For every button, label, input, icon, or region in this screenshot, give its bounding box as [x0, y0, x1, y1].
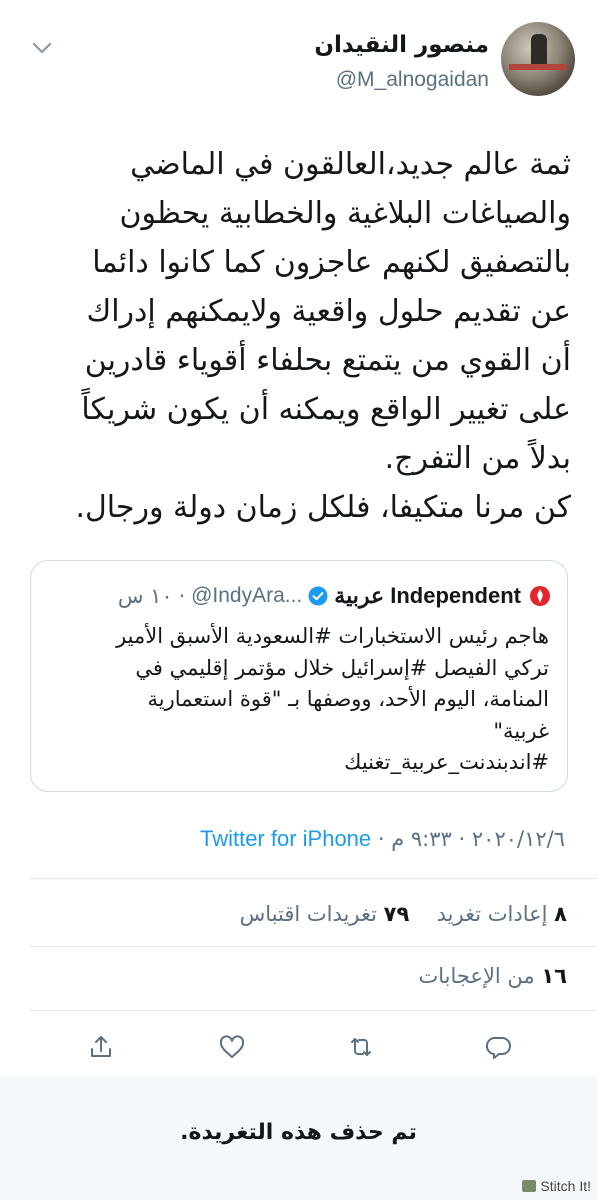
share-icon[interactable] — [86, 1032, 116, 1062]
separator-dot: · — [178, 584, 186, 608]
action-bar — [0, 1022, 597, 1072]
stitch-watermark: Stitch It! — [522, 1178, 591, 1194]
tweet-line: بالتصفيق لكنهم عاجزون كما كانوا دائما — [92, 245, 571, 280]
tweet-time: ٩:٣٣ م — [391, 827, 452, 851]
quoted-hashtag[interactable]: #اندبندنت_عربية_تغنيك — [39, 747, 549, 779]
author-name[interactable]: منصور النقيدان — [314, 32, 489, 58]
stitch-label: Stitch It! — [540, 1178, 591, 1194]
quotes-count[interactable]: ٧٩ — [384, 902, 410, 926]
deleted-tweet-message: تم حذف هذه التغريدة. — [180, 1120, 417, 1145]
quoted-line: غربية" — [493, 718, 549, 743]
divider — [30, 946, 597, 947]
tweet-meta: ٢٠٢٠/١٢/٦ · ٩:٣٣ م · Twitter for iPhone — [200, 826, 565, 852]
tweet-date: ٢٠٢٠/١٢/٦ — [471, 827, 565, 851]
likes-label[interactable]: من الإعجابات — [418, 964, 534, 988]
quoted-time: ١٠ س — [117, 584, 173, 608]
like-stats: ١٦ من الإعجابات — [418, 964, 567, 988]
retweets-count[interactable]: ٨ — [554, 902, 567, 926]
retweets-label[interactable]: إعادات تغريد — [437, 902, 548, 926]
avatar-figure — [531, 34, 547, 66]
tweet-line: ثمة عالم جديد،العالقون في الماضي — [130, 147, 571, 182]
stitch-icon — [522, 1180, 537, 1192]
tweet-line: بدلاً من التفرج. — [384, 441, 571, 476]
deleted-tweet-banner: تم حذف هذه التغريدة. Stitch It! — [0, 1076, 597, 1200]
avatar-shelf — [509, 64, 567, 70]
quoted-line: هاجم رئيس الاستخبارات #السعودية الأسبق ا… — [116, 624, 549, 648]
retweet-icon[interactable] — [346, 1032, 376, 1062]
quotes-label[interactable]: تغريدات اقتباس — [240, 902, 377, 926]
divider — [30, 1010, 597, 1011]
like-icon[interactable] — [217, 1032, 247, 1062]
separator-dot: · — [377, 827, 385, 851]
verified-badge-icon — [308, 586, 328, 606]
quoted-tweet-text: هاجم رئيس الاستخبارات #السعودية الأسبق ا… — [39, 621, 549, 779]
author-handle[interactable]: @M_alnogaidan — [336, 68, 489, 92]
tweet-line: أن القوي من يتمتع بحلفاء أقوياء قادرين — [84, 343, 571, 378]
avatar[interactable] — [501, 22, 575, 96]
tweet-line: على تغيير الواقع ويمكنه أن يكون شريكاً — [81, 392, 571, 427]
retweet-stats: ٨ إعادات تغريد ٧٩ تغريدات اقتباس — [240, 902, 567, 926]
quoted-tweet-card[interactable]: Independent عربية @IndyAra... · ١٠ س هاج… — [30, 560, 568, 792]
quoted-line: تركي الفيصل #إسرائيل خلال مؤتمر إقليمي ف… — [135, 655, 549, 680]
divider — [30, 878, 597, 879]
quoted-line: المنامة، اليوم الأحد، ووصفها بـ "قوة است… — [147, 687, 549, 711]
quoted-author-name: Independent عربية — [334, 583, 521, 608]
quoted-tweet-header: Independent عربية @IndyAra... · ١٠ س — [47, 581, 551, 611]
tweet-text: ثمة عالم جديد،العالقون في الماضي والصياغ… — [11, 140, 571, 532]
independent-logo-icon — [530, 586, 550, 606]
tweet-line: كن مرنا متكيفا، فلكل زمان دولة ورجال. — [75, 490, 571, 525]
reply-icon[interactable] — [484, 1032, 514, 1062]
chevron-down-icon[interactable] — [30, 36, 54, 60]
separator-dot: · — [458, 827, 466, 851]
likes-count[interactable]: ١٦ — [541, 964, 567, 988]
tweet-line: والصياغات البلاغية والخطابية يحظون — [119, 196, 571, 231]
tweet-source-link[interactable]: Twitter for iPhone — [200, 826, 371, 851]
tweet-header: منصور النقيدان @M_alnogaidan — [0, 14, 597, 104]
tweet-line: عن تقديم حلول واقعية ولايمكنهم إدراك — [86, 294, 572, 329]
quoted-author-handle: @IndyAra... — [191, 584, 303, 607]
